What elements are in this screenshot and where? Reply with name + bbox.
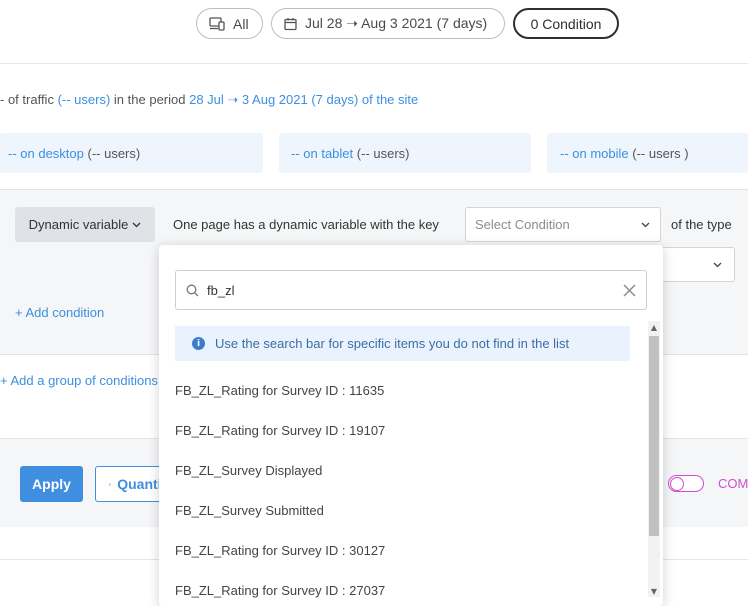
- condition-count-label: 0 Condition: [530, 15, 602, 32]
- device-filter-label: All: [233, 15, 249, 32]
- scroll-up-icon[interactable]: ▲: [648, 321, 660, 333]
- info-banner: i Use the search bar for specific items …: [175, 326, 630, 361]
- traffic-users: (-- users): [57, 92, 111, 107]
- chevron-down-icon: [713, 262, 722, 267]
- list-item[interactable]: FB_ZL_Rating for Survey ID : 27037: [175, 583, 385, 598]
- tablet-card: -- on tablet (-- users): [279, 133, 531, 173]
- list-item[interactable]: FB_ZL_Rating for Survey ID : 19107: [175, 423, 385, 438]
- select-condition-placeholder: Select Condition: [475, 217, 570, 232]
- type-label: of the type: [671, 217, 732, 232]
- date-range-label: Jul 28 ➝ Aug 3 2021 (7 days): [305, 15, 488, 31]
- chevron-down-icon: [132, 222, 141, 227]
- scroll-thumb[interactable]: [649, 336, 659, 536]
- desktop-users: (-- users): [87, 145, 141, 161]
- info-text: Use the search bar for specific items yo…: [215, 336, 570, 351]
- desktop-card: -- on desktop (-- users): [0, 133, 263, 173]
- add-condition-link[interactable]: + Add condition: [15, 305, 104, 320]
- toggle-switch[interactable]: [668, 475, 704, 492]
- list-item[interactable]: FB_ZL_Survey Displayed: [175, 463, 322, 478]
- traffic-summary: - of traffic (-- users) in the period 28…: [0, 92, 418, 108]
- calendar-icon: [284, 17, 297, 30]
- compare-toggle[interactable]: COMPARE: [668, 475, 748, 492]
- list-item[interactable]: FB_ZL_Rating for Survey ID : 30127: [175, 543, 385, 558]
- mobile-label: -- on mobile: [560, 145, 629, 161]
- desktop-label: -- on desktop: [8, 145, 84, 161]
- search-icon: [186, 284, 199, 296]
- add-group-link[interactable]: + Add a group of conditions: [0, 373, 158, 388]
- search-box: [175, 270, 647, 310]
- device-filter-button[interactable]: All: [196, 8, 263, 39]
- select-condition-dropdown[interactable]: Select Condition: [465, 207, 661, 242]
- type-dropdown[interactable]: [660, 247, 735, 282]
- traffic-period: 28 Jul ➝ 3 Aug 2021 (7 days) of the site: [189, 92, 419, 107]
- close-icon[interactable]: [623, 284, 636, 297]
- chevron-down-icon: [641, 222, 650, 227]
- date-range-button[interactable]: Jul 28 ➝ Aug 3 2021 (7 days): [271, 8, 505, 39]
- info-icon: i: [192, 337, 205, 350]
- apply-button[interactable]: Apply: [20, 466, 83, 502]
- traffic-middle: in the period: [113, 92, 186, 107]
- tablet-users: (-- users): [356, 145, 410, 161]
- tablet-label: -- on tablet: [291, 145, 354, 161]
- search-input[interactable]: [207, 282, 615, 298]
- scroll-down-icon[interactable]: ▼: [648, 585, 660, 597]
- devices-icon: [209, 16, 225, 31]
- mobile-users: (-- users ): [632, 145, 689, 161]
- traffic-prefix: - of traffic: [0, 92, 54, 107]
- bar-chart-icon: [109, 482, 112, 486]
- compare-label: COMPARE: [718, 476, 748, 491]
- filter-bar: All Jul 28 ➝ Aug 3 2021 (7 days) 0 Condi…: [0, 0, 748, 64]
- condition-count-button[interactable]: 0 Condition: [513, 8, 619, 39]
- condition-search-dropdown: i Use the search bar for specific items …: [159, 245, 663, 606]
- condition-description: One page has a dynamic variable with the…: [173, 217, 439, 232]
- mobile-card: -- on mobile (-- users ): [547, 133, 748, 173]
- list-item[interactable]: FB_ZL_Rating for Survey ID : 11635: [175, 383, 384, 398]
- dynamic-variable-dropdown[interactable]: Dynamic variable: [15, 207, 155, 242]
- scrollbar[interactable]: ▲ ▼: [648, 321, 660, 597]
- list-item[interactable]: FB_ZL_Survey Submitted: [175, 503, 324, 518]
- dynamic-variable-label: Dynamic variable: [28, 217, 129, 232]
